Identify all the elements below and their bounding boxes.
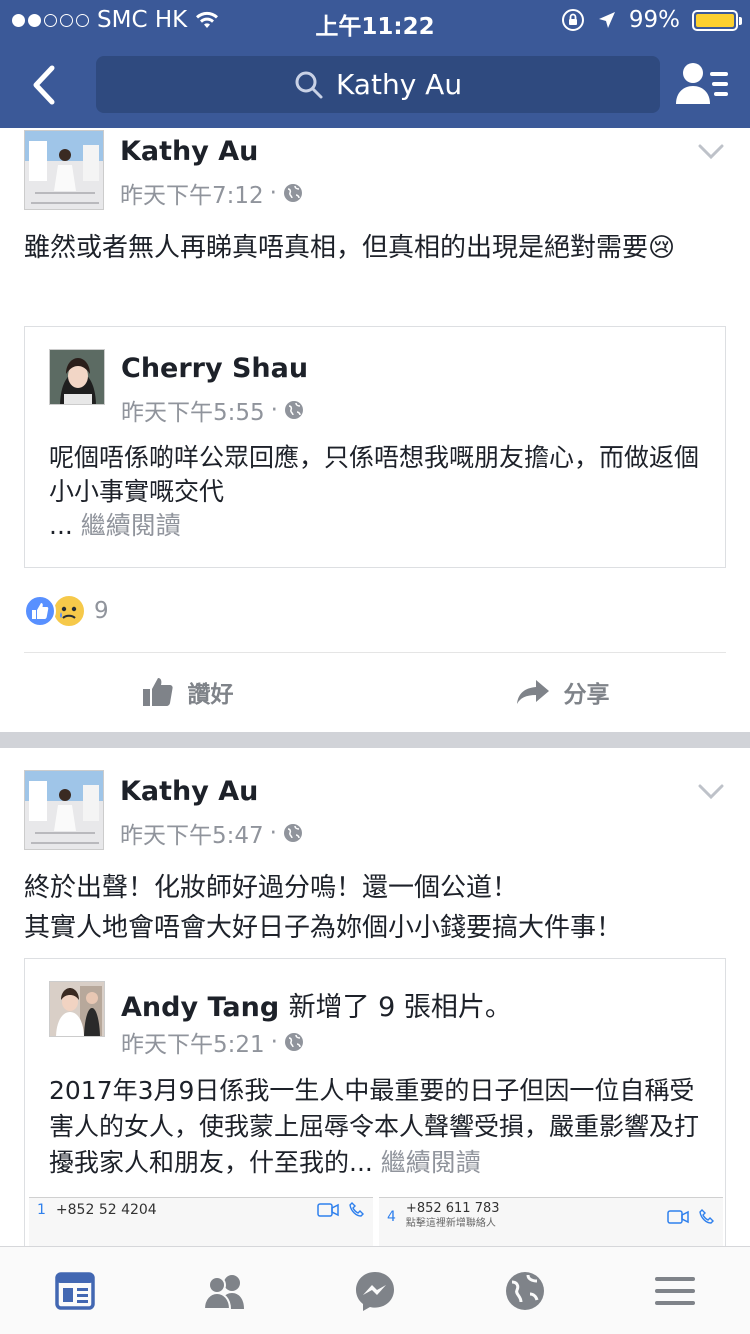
tab-news-feed[interactable] [0,1247,150,1334]
reaction-count: 9 [94,598,109,624]
photo-phone: +852 611 783 [405,1201,500,1216]
photo-thumbnail[interactable]: 1 +852 52 4204 [29,1197,373,1246]
news-feed-icon [55,1271,95,1310]
tab-messenger[interactable] [300,1247,450,1334]
share-label: 分享 [563,682,610,708]
tab-notifications[interactable] [450,1247,600,1334]
shared-meta: 昨天下午5:21 · [121,1025,304,1059]
post-time[interactable]: 昨天下午5:47 [120,816,264,850]
globe-privacy-icon [283,824,302,842]
read-more-link[interactable]: 繼續閱讀 [381,1148,481,1177]
share-button[interactable]: 分享 [375,668,750,716]
shared-post[interactable]: Cherry Shau 昨天下午5:55 · 呢個唔係啲咩公眾回應，只係唔想我嘅… [24,326,726,568]
avatar[interactable] [24,770,104,850]
top-bar: SMC HK 上午11:22 99% Kathy Au [0,0,750,128]
photo-subtext: 點擊這裡新增聯絡人 [405,1218,496,1229]
avatar[interactable] [24,130,104,210]
back-count: 1 [37,1202,46,1218]
location-icon [598,12,615,28]
shared-post[interactable]: Andy Tang 新增了 9 張相片。 昨天下午5:21 · 2017年3月9… [24,958,726,1246]
globe-icon [506,1271,544,1310]
globe-privacy-icon [284,1033,303,1051]
search-field[interactable]: Kathy Au [96,56,660,113]
feed-separator [0,732,750,748]
like-reaction-icon [24,595,56,627]
tab-bar [0,1246,750,1334]
tab-friends[interactable] [150,1247,300,1334]
status-right: 99% [561,7,742,33]
photo-grid[interactable]: 1 +852 52 4204 4 +852 611 783 點擊這裡新增聯絡人 [25,1197,727,1246]
tab-menu[interactable] [600,1247,750,1334]
shared-time[interactable]: 昨天下午5:55 [121,393,265,427]
post-author[interactable]: Kathy Au [120,776,258,807]
post-meta: 昨天下午7:12 · [120,176,303,210]
shared-text: 2017年3月9日係我一生人中最重要的日子但因一位自稱受害人的女人，使我蒙上屈辱… [49,1073,701,1181]
status-bar: SMC HK 上午11:22 99% [0,0,750,40]
shared-ellipsis: ... [49,511,73,540]
reactions-summary[interactable]: 9 [24,594,109,628]
photo-thumbnail[interactable]: 4 +852 611 783 點擊這裡新增聯絡人 [379,1197,723,1246]
post-text-line: 其實人地會唔會大好日子為妳個小小錢要搞大件事！ [24,913,623,943]
thumbs-up-icon [142,678,173,706]
menu-icon [655,1276,695,1305]
divider [24,652,726,653]
post-text-line: 終於出聲！化妝師好過分嗚！還一個公道！ [24,873,519,903]
photo-phone: +852 52 4204 [55,1202,157,1218]
avatar[interactable] [49,349,105,405]
friend-requests-icon[interactable] [676,60,730,108]
post-time[interactable]: 昨天下午7:12 [120,176,264,210]
shared-author[interactable]: Cherry Shau [121,353,308,384]
video-call-icon [317,1203,339,1217]
globe-privacy-icon [284,401,303,419]
battery-icon [692,9,742,31]
phone-icon [349,1202,364,1217]
globe-privacy-icon [283,184,302,202]
shared-meta: 昨天下午5:55 · [121,393,304,427]
search-text: Kathy Au [335,68,463,101]
post-author[interactable]: Kathy Au [120,136,258,167]
shared-action: 新增了 9 張相片。 [288,992,512,1023]
feed-post: Kathy Au 昨天下午7:12 · 雖然或者無人再睇真唔真相，但真相的出現是… [0,128,750,732]
chevron-down-icon[interactable] [698,784,724,800]
nav-bar: Kathy Au [0,40,750,128]
like-label: 讚好 [187,682,234,708]
chevron-down-icon[interactable] [698,144,724,160]
search-icon [295,71,323,98]
phone-icon [699,1208,714,1224]
sad-reaction-icon [52,594,86,628]
news-feed[interactable]: Kathy Au 昨天下午7:12 · 雖然或者無人再睇真唔真相，但真相的出現是… [0,128,750,1246]
shared-time[interactable]: 昨天下午5:21 [121,1025,265,1059]
chevron-left-icon[interactable] [20,60,70,110]
shared-text: 呢個唔係啲咩公眾回應，只係唔想我嘅朋友擔心，而做返個小小事實嘅交代 ... 繼續… [49,441,701,543]
battery-percent: 99% [628,7,680,33]
back-count: 4 [387,1208,396,1225]
avatar[interactable] [49,981,105,1037]
post-actions: 讚好 分享 [0,668,750,716]
feed-post: Kathy Au 昨天下午5:47 · 終於出聲！化妝師好過分嗚！還一個公道！ … [0,748,750,1246]
post-text: 終於出聲！化妝師好過分嗚！還一個公道！ 其實人地會唔會大好日子為妳個小小錢要搞大… [24,868,710,948]
post-meta: 昨天下午5:47 · [120,816,303,850]
friends-icon [202,1274,244,1309]
post-text: 雖然或者無人再睇真唔真相，但真相的出現是絕對需要😢 [24,233,676,263]
orientation-lock-icon [561,9,584,31]
shared-text-body: 2017年3月9日係我一生人中最重要的日子但因一位自稱受害人的女人，使我蒙上屈辱… [49,1076,700,1177]
messenger-icon [356,1271,394,1311]
shared-header: Andy Tang 新增了 9 張相片。 [121,985,512,1024]
shared-text-body: 呢個唔係啲咩公眾回應，只係唔想我嘅朋友擔心，而做返個小小事實嘅交代 [49,443,700,506]
read-more-link[interactable]: 繼續閱讀 [81,511,181,540]
shared-author[interactable]: Andy Tang [121,992,279,1023]
like-button[interactable]: 讚好 [0,668,375,716]
video-call-icon [667,1209,689,1224]
share-icon [516,680,549,704]
